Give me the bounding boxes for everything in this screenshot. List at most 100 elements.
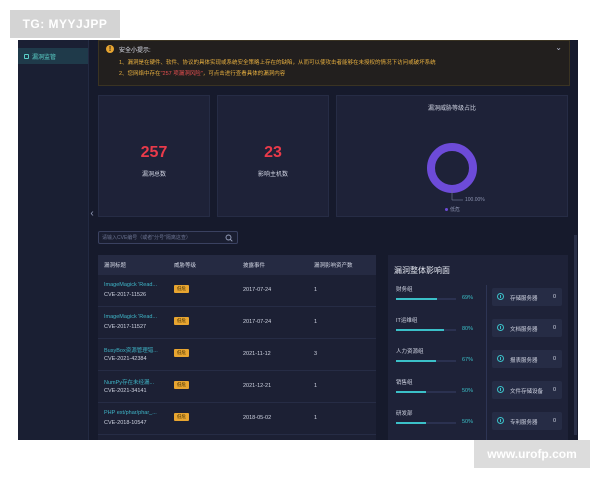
donut-percent-label: 100.00% [465,197,485,203]
server-file-storage[interactable]: 文件存储设备 0 [492,381,562,399]
threat-badge: 低危 [174,413,189,421]
info-icon [497,417,504,424]
table-row[interactable]: ImageMagick 'Read... CVE-2017-11526 低危 2… [98,275,376,307]
sidebar: 漏洞监管 [18,40,89,440]
info-icon [497,355,504,362]
tip-title: 安全小提示: [119,48,151,54]
table-row[interactable]: NumPy存在未经漏... CVE-2021-34141 低危 2021-12-… [98,371,376,403]
security-tip-panel: ! 安全小提示: 1、漏洞是在硬件、软件、协议的具体实现或系统安全策略上存在的缺… [98,40,570,86]
server-count: 0 [552,418,556,424]
asset-count: 1 [314,319,318,325]
hosts-affected-card: 23 影响主机数 [217,95,329,217]
disclosure-date: 2017-07-24 [243,319,272,325]
cve-id: CVE-2018-10547 [104,420,147,426]
cve-id: CVE-2017-11527 [104,324,147,330]
table-header: 漏洞标题 威胁等级 披露事件 漏洞影响资产数 [98,255,376,275]
server-name: 文件存储设备 [510,389,544,395]
dept-name: 研发部 [396,411,413,417]
progress-track [396,360,456,362]
table-row[interactable]: ImageMagick 'Read... CVE-2017-11527 低危 2… [98,307,376,339]
disclosure-date: 2021-11-12 [243,351,271,357]
threat-badge: 低危 [174,317,189,325]
vuln-title-link[interactable]: ImageMagick 'Read... [104,314,157,320]
info-icon [497,386,504,393]
table-row[interactable]: BusyBox资源管理错... CVE-2021-42384 低危 2021-1… [98,339,376,371]
threat-level-donut [427,143,477,201]
threat-level-card: 漏洞威胁等级占比 100.00% 低危 [336,95,568,217]
dept-percent: 50% [462,419,474,425]
vuln-total-value: 257 [140,144,168,161]
hosts-affected-value: 23 [264,144,282,161]
search-icon[interactable] [224,233,234,243]
vuln-total-label: 漏洞总数 [141,172,166,178]
progress-track [396,422,456,424]
threat-badge: 低危 [174,381,189,389]
progress-track [396,391,456,393]
server-name: 报表服务器 [510,358,538,364]
dept-name: 财务组 [396,287,413,293]
disclosure-date: 2018-05-02 [243,415,272,421]
dept-rnd: 研发部 50% [396,409,480,431]
dept-name: IT运维组 [396,318,418,324]
server-document[interactable]: 文档服务器 0 [492,319,562,337]
warning-icon: ! [106,45,114,53]
asset-count: 1 [314,383,318,389]
server-name: 存储服务器 [510,296,538,302]
dept-percent: 80% [462,326,474,332]
server-name: 专利服务器 [510,420,538,426]
col-asset-count: 漏洞影响资产数 [314,263,353,269]
server-count: 0 [552,356,556,362]
legend-swatch [445,208,448,211]
scrollbar[interactable] [574,235,577,435]
dept-it-ops: IT运维组 80% [396,316,480,338]
vuln-title-link[interactable]: BusyBox资源管理错... [104,346,158,354]
impact-title: 漏洞整体影响面 [394,266,450,275]
dept-hr: 人力资源组 67% [396,347,480,369]
dept-percent: 69% [462,295,474,301]
progress-fill [396,391,426,393]
col-vuln-title: 漏洞标题 [104,263,127,269]
col-threat-level: 威胁等级 [174,263,197,269]
server-storage[interactable]: 存储服务器 0 [492,288,562,306]
chevron-down-icon[interactable]: ⌄ [555,43,562,52]
sidebar-item-vuln-monitor[interactable]: 漏洞监管 [18,48,88,64]
vuln-title-link[interactable]: PHP ext/phar/phar_... [104,410,157,416]
progress-fill [396,422,426,424]
table-row[interactable]: PHP ext/phar/phar_... CVE-2018-10547 低危 … [98,403,376,435]
dashboard-screenshot: 漏洞监管 ‹ ! 安全小提示: 1、漏洞是在硬件、软件、协议的具体实现或系统安全… [18,40,578,440]
tip-line-2-suffix: ，可点击进行查看具体的漏洞内容 [202,71,286,77]
asset-count: 1 [314,287,318,293]
vuln-total-card: 257 漏洞总数 [98,95,210,217]
server-count: 0 [552,325,556,331]
info-icon [497,293,504,300]
cve-id: CVE-2021-42384 [104,356,147,362]
disclosure-date: 2017-07-24 [243,287,272,293]
tip-line-1: 1、漏洞是在硬件、软件、协议的具体实现或系统安全策略上存在的缺陷，从而可以使攻击… [119,60,436,66]
donut-ring [427,143,477,193]
threat-badge: 低危 [174,349,189,357]
vuln-risk-link[interactable]: "257 项漏洞风险" [161,71,203,77]
cve-search-box [98,231,238,244]
progress-track [396,298,456,300]
tip-line-2: 2、您网络中存在"257 项漏洞风险"，可点击进行查看具体的漏洞内容 [119,69,285,77]
collapse-sidebar-icon[interactable]: ‹ [88,206,96,220]
dept-sales: 销售组 50% [396,378,480,400]
vuln-title-link[interactable]: NumPy存在未经漏... [104,378,154,386]
server-name: 文档服务器 [510,327,538,333]
impact-panel: 漏洞整体影响面 财务组 69% IT运维组 80% 人力资源组 67% 销售组 … [388,255,568,440]
progress-fill [396,329,444,331]
server-patent[interactable]: 专利服务器 0 [492,412,562,430]
hosts-affected-label: 影响主机数 [257,172,288,178]
dept-name: 人力资源组 [396,349,424,355]
donut-legend[interactable]: 低危 [445,206,460,213]
cve-search-input[interactable] [102,232,222,243]
monitor-icon [24,53,29,59]
col-disclosure: 披露事件 [243,263,266,269]
disclosure-date: 2021-12-21 [243,383,272,389]
dept-percent: 50% [462,388,474,394]
server-report[interactable]: 报表服务器 0 [492,350,562,368]
vuln-title-link[interactable]: ImageMagick 'Read... [104,282,157,288]
server-count: 0 [552,294,556,300]
progress-track [396,329,456,331]
server-count: 0 [552,387,556,393]
